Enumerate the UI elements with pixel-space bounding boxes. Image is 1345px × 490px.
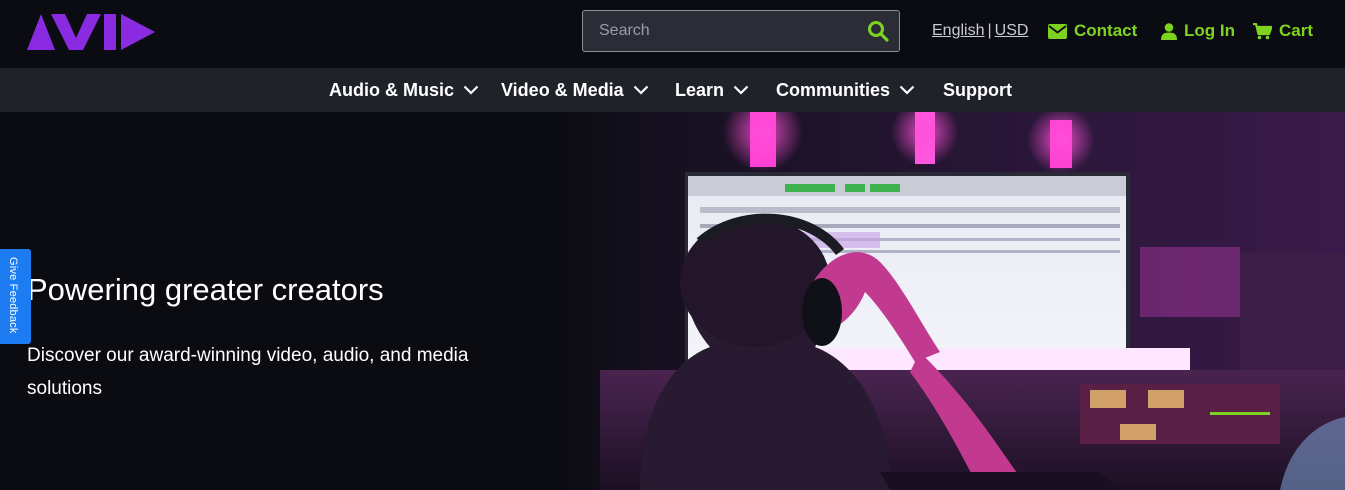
hero-banner: Powering greater creators Discover our a… [0, 112, 1345, 490]
chevron-down-icon [463, 85, 479, 95]
feedback-label: Give Feedback [7, 257, 19, 334]
search-input[interactable] [583, 11, 853, 51]
nav-item-label: Support [943, 79, 1012, 100]
language-link[interactable]: English [932, 22, 984, 39]
locale-selector: English | USD [932, 22, 1028, 40]
search-box [582, 10, 900, 52]
recording-studio-image [560, 112, 1345, 490]
contact-link[interactable]: Contact [1048, 20, 1137, 42]
cart-link[interactable]: Cart [1253, 20, 1313, 42]
login-link[interactable]: Log In [1161, 20, 1235, 42]
nav-item-support[interactable]: Support [943, 68, 1012, 112]
nav-item-video-media[interactable]: Video & Media [501, 68, 649, 112]
contact-label: Contact [1074, 21, 1138, 40]
chevron-down-icon [733, 85, 749, 95]
give-feedback-tab[interactable]: Give Feedback [0, 249, 31, 344]
nav-item-label: Communities [776, 79, 891, 100]
nav-item-label: Video & Media [501, 79, 624, 100]
site-header: English|USD Contact Log In Cart [0, 0, 1345, 68]
avid-logo[interactable] [27, 14, 155, 50]
cart-label: Cart [1279, 21, 1314, 40]
hero-subtitle: Discover our award-winning video, audio,… [27, 345, 469, 399]
hero-title: Powering greater creators [27, 272, 384, 307]
nav-item-learn[interactable]: Learn [675, 68, 749, 112]
locale-separator: | [987, 22, 992, 39]
nav-item-label: Learn [675, 79, 725, 100]
cart-icon [1253, 22, 1272, 39]
envelope-icon [1048, 23, 1067, 39]
main-navigation: Audio & Music Video & Media Learn Commun… [0, 68, 1345, 112]
search-icon[interactable] [867, 20, 889, 42]
user-icon [1161, 22, 1177, 40]
chevron-down-icon [633, 85, 648, 95]
nav-item-audio-music[interactable]: Audio & Music [329, 68, 479, 112]
chevron-down-icon [899, 85, 915, 95]
login-label: Log In [1184, 21, 1235, 40]
nav-item-communities[interactable]: Communities [776, 68, 915, 112]
nav-item-label: Audio & Music [329, 79, 454, 100]
currency-link[interactable]: USD [995, 22, 1029, 39]
